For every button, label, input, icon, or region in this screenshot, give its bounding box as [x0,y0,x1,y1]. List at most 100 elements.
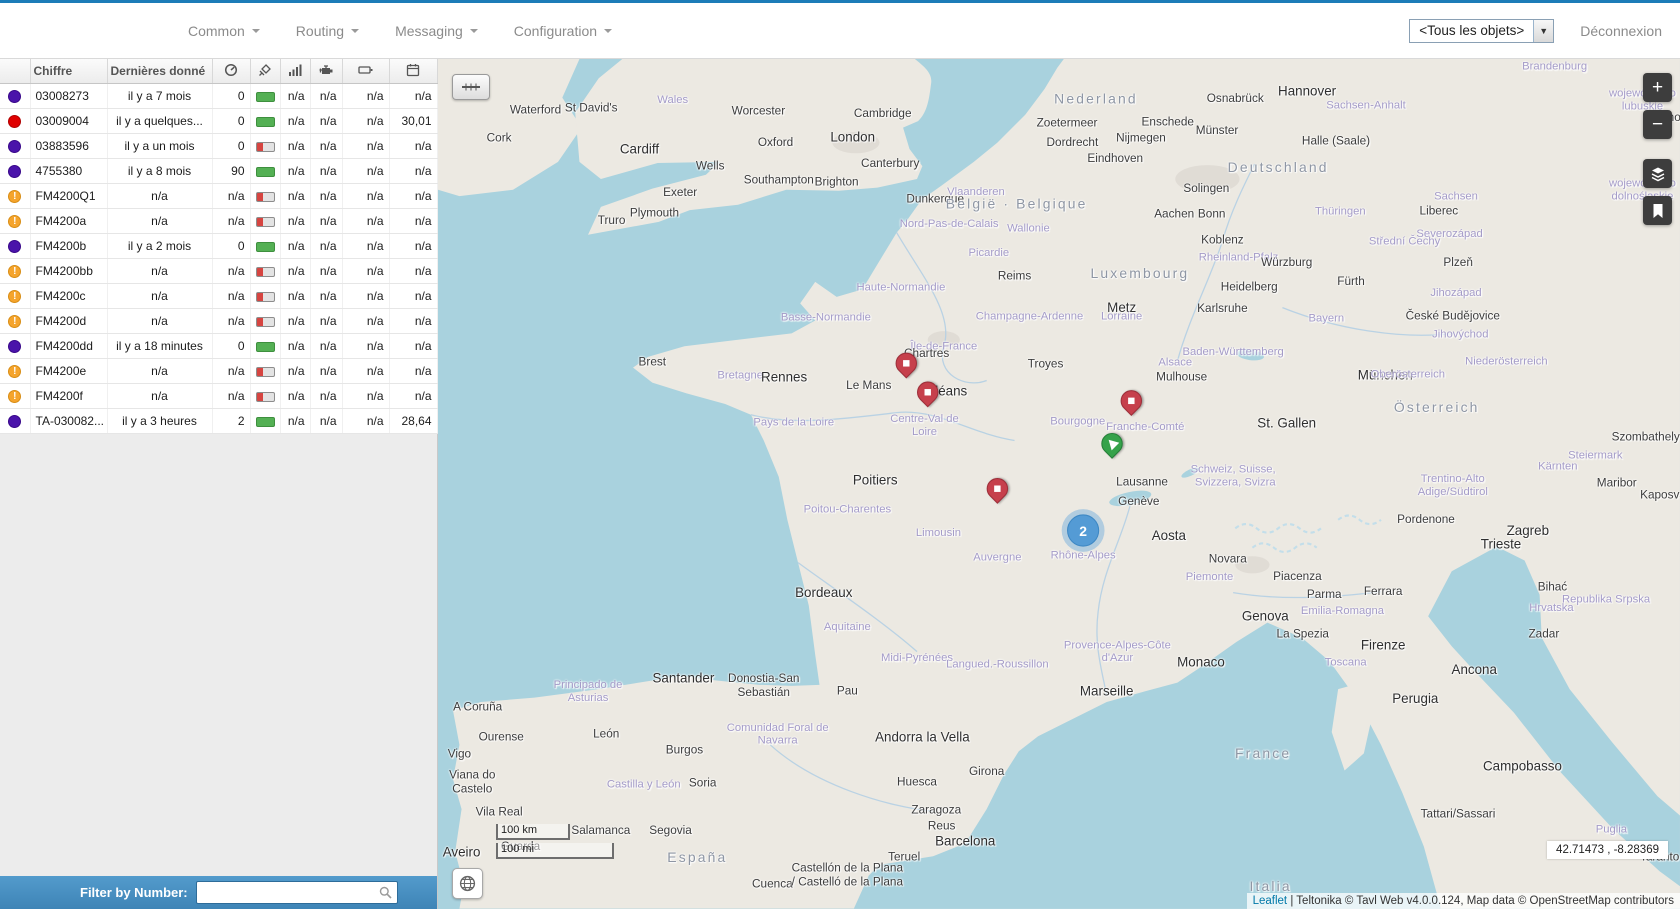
ruler-icon [461,81,481,93]
battery-bar [256,292,275,302]
cell-value: 28,64 [389,409,437,434]
cell-value: 30,01 [389,109,437,134]
calendar-icon[interactable] [389,59,437,84]
cell-io: n/a [342,334,389,359]
vehicle-row[interactable]: ! FM4200c n/a n/a n/a n/a n/a n/a [0,284,437,309]
battery-icon[interactable] [342,59,389,84]
battery-bar [256,267,275,277]
battery-bar [256,417,275,427]
vehicle-row[interactable]: ! FM4200bb n/a n/a n/a n/a n/a n/a [0,259,437,284]
satellite-icon[interactable] [250,59,280,84]
cell-sat: n/a [280,259,310,284]
zoom-out-button[interactable]: − [1643,110,1672,139]
chevron-down-icon [252,29,260,33]
battery-bar [256,192,275,202]
cell-speed: n/a [212,184,250,209]
main-menu-bar: Common Routing Messaging Configuration <… [0,3,1680,59]
menu-messaging[interactable]: Messaging [395,23,478,39]
cursor-coordinates: 42.71473 , -8.28369 [1547,841,1668,859]
vehicle-row[interactable]: FM4200b il y a 2 mois 0 n/a n/a n/a n/a [0,234,437,259]
marker-cluster[interactable]: 2 [1062,509,1105,552]
cell-sat: n/a [280,159,310,184]
vehicle-table-body: 03008273 il y a 7 mois 0 n/a n/a n/a n/a… [0,84,437,434]
cell-io: n/a [342,409,389,434]
battery-bar [256,242,275,252]
speed-gauge-icon[interactable] [212,59,250,84]
battery-bar [256,367,275,377]
vehicle-row[interactable]: ! FM4200f n/a n/a n/a n/a n/a n/a [0,384,437,409]
col-status [0,59,30,84]
cell-last: il y a 18 minutes [107,334,212,359]
cell-io: n/a [342,309,389,334]
cell-last: n/a [107,284,212,309]
menu-common[interactable]: Common [188,23,260,39]
main-menus: Common Routing Messaging Configuration [0,23,612,39]
vehicle-row[interactable]: TA-030082... il y a 3 heures 2 n/a n/a n… [0,409,437,434]
globe-icon [459,875,476,892]
cell-name: TA-030082... [30,409,107,434]
object-filter-value: <Tous les objets> [1410,23,1533,38]
cell-signal: n/a [310,159,342,184]
cell-value: n/a [389,184,437,209]
engine-icon[interactable] [310,59,342,84]
col-name[interactable]: Chiffre [30,59,107,84]
col-last-data[interactable]: Dernières donné [107,59,212,84]
battery-bar [256,217,275,227]
vehicle-row[interactable]: 03883596 il y a un mois 0 n/a n/a n/a n/… [0,134,437,159]
cell-value: n/a [389,359,437,384]
cell-speed: 0 [212,334,250,359]
cell-signal: n/a [310,259,342,284]
cell-signal: n/a [310,309,342,334]
cell-signal: n/a [310,409,342,434]
vehicle-row[interactable]: 03008273 il y a 7 mois 0 n/a n/a n/a n/a [0,84,437,109]
cell-speed: n/a [212,309,250,334]
cell-io: n/a [342,159,389,184]
menu-common-label: Common [188,23,245,39]
cell-speed: 0 [212,234,250,259]
cell-speed: 2 [212,409,250,434]
cell-name: 03008273 [30,84,107,109]
measure-tool-button[interactable] [452,74,490,100]
cell-signal: n/a [310,384,342,409]
object-filter-select[interactable]: <Tous les objets> ▼ [1409,19,1554,43]
logout-link[interactable]: Déconnexion [1580,23,1662,39]
bookmarks-button[interactable] [1643,196,1672,225]
menu-configuration[interactable]: Configuration [514,23,612,39]
map[interactable]: WaterfordCorkSt David'sWalesWorcesterCam… [438,59,1680,909]
status-icon: ! [8,265,21,278]
status-icon: ! [8,215,21,228]
cell-speed: n/a [212,259,250,284]
cell-name: FM4200dd [30,334,107,359]
filter-by-number-input[interactable] [196,881,398,904]
gsm-signal-icon[interactable] [280,59,310,84]
scale-mi: 100 mi [496,843,614,859]
vehicle-row[interactable]: ! FM4200a n/a n/a n/a n/a n/a n/a [0,209,437,234]
cell-name: FM4200e [30,359,107,384]
vehicle-row[interactable]: ! FM4200Q1 n/a n/a n/a n/a n/a n/a [0,184,437,209]
cell-value: n/a [389,309,437,334]
cell-signal: n/a [310,359,342,384]
cell-sat: n/a [280,84,310,109]
cell-last: il y a un mois [107,134,212,159]
layers-button[interactable] [1643,159,1672,188]
vehicle-row[interactable]: 03009004 il y a quelques... 0 n/a n/a n/… [0,109,437,134]
search-icon [379,886,392,904]
cell-sat: n/a [280,334,310,359]
status-icon [8,415,21,428]
vehicle-row[interactable]: FM4200dd il y a 18 minutes 0 n/a n/a n/a… [0,334,437,359]
zoom-in-button[interactable]: + [1643,73,1672,102]
chevron-down-icon [351,29,359,33]
vehicle-row[interactable]: ! FM4200d n/a n/a n/a n/a n/a n/a [0,309,437,334]
status-icon [8,140,21,153]
vehicle-row[interactable]: 4755380 il y a 8 mois 90 n/a n/a n/a n/a [0,159,437,184]
bookmark-icon [1652,203,1664,219]
cell-sat: n/a [280,184,310,209]
vehicle-row[interactable]: ! FM4200e n/a n/a n/a n/a n/a n/a [0,359,437,384]
cell-value: n/a [389,284,437,309]
menu-routing[interactable]: Routing [296,23,359,39]
menu-messaging-label: Messaging [395,23,463,39]
leaflet-link[interactable]: Leaflet [1253,895,1288,907]
cell-speed: n/a [212,359,250,384]
layers-icon [1650,166,1666,182]
globe-button[interactable] [452,868,483,899]
